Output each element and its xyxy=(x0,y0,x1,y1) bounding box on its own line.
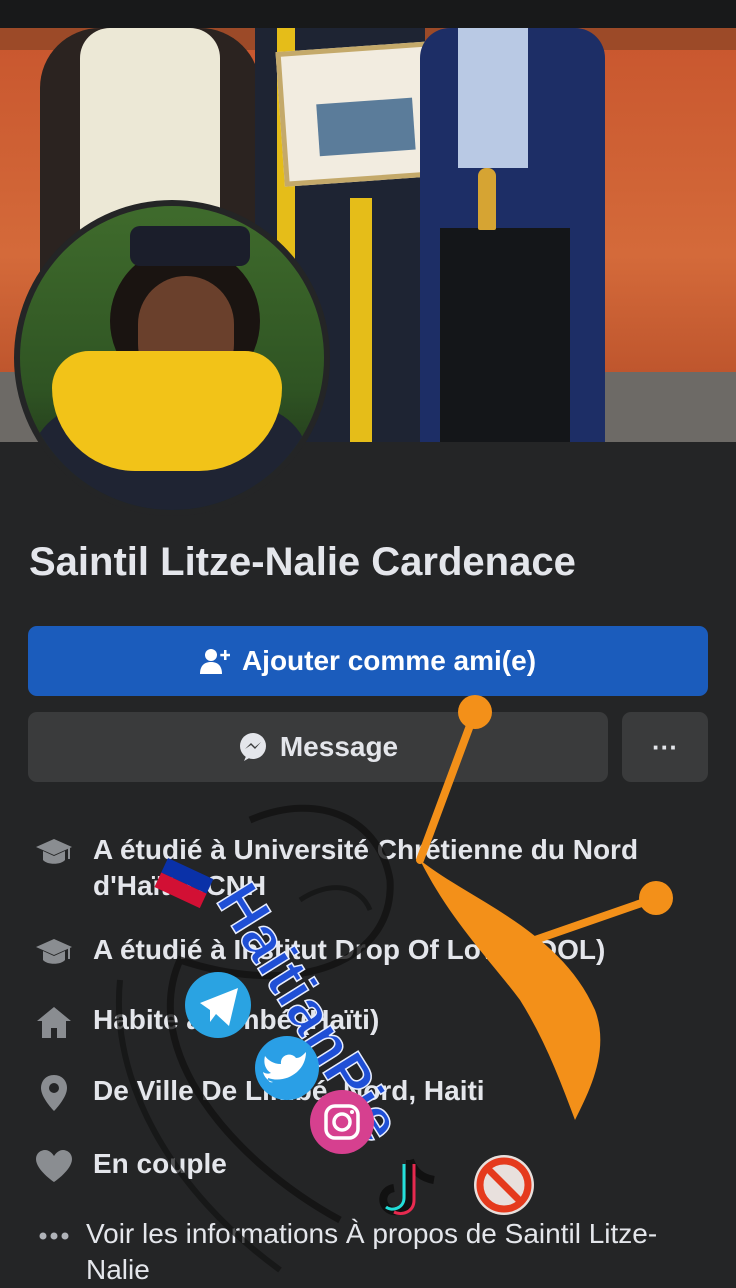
cover-person-right xyxy=(420,28,605,442)
message-label: Message xyxy=(279,731,399,762)
more-options-button[interactable]: ··· xyxy=(622,712,708,782)
add-friend-label: Ajouter comme ami(e) xyxy=(241,645,537,676)
detail-text: De Ville De Limbé, Nord, Haiti xyxy=(93,1075,485,1106)
detail-text: A étudié à Université Chrétienne du Nord… xyxy=(93,834,639,901)
status-bar xyxy=(0,0,736,28)
detail-text: A étudié à Institut Drop Of Love (IDOL) xyxy=(93,934,606,965)
heart-icon xyxy=(34,1146,74,1186)
more-dots-icon xyxy=(34,1216,74,1256)
graduation-cap-icon xyxy=(34,832,74,872)
profile-picture[interactable] xyxy=(14,200,330,516)
graduation-cap-icon xyxy=(34,932,74,972)
detail-text: Habite à Limbé (Haïti) xyxy=(93,1004,380,1035)
trophy-image xyxy=(478,168,496,230)
home-icon xyxy=(34,1002,74,1042)
add-friend-icon xyxy=(199,647,230,675)
messenger-icon xyxy=(238,732,268,762)
location-pin-icon xyxy=(34,1073,74,1113)
message-button[interactable]: Message xyxy=(28,712,608,782)
detail-text: En couple xyxy=(93,1148,227,1179)
profile-name: Saintil Litze-Nalie Cardenace xyxy=(29,540,576,584)
detail-text: Voir les informations À propos de Sainti… xyxy=(86,1218,658,1285)
more-options-icon: ··· xyxy=(652,731,678,762)
add-friend-button[interactable]: Ajouter comme ami(e) xyxy=(28,626,708,696)
